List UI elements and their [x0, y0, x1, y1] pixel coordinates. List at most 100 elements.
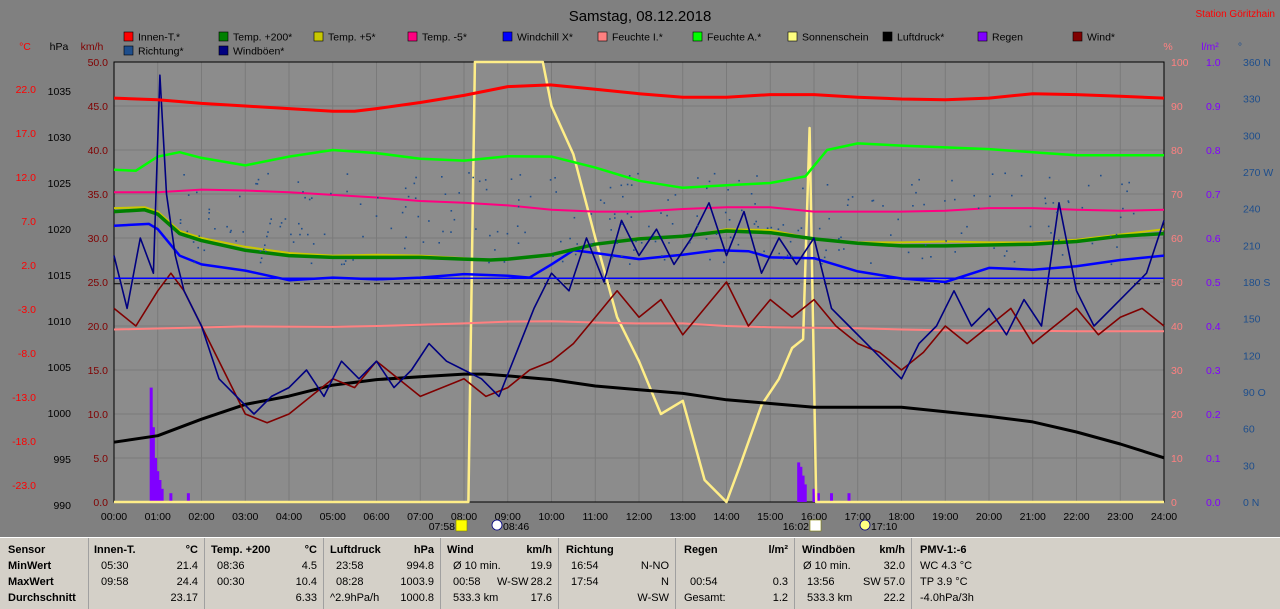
direction-dot	[756, 175, 758, 177]
direction-dot	[738, 179, 740, 182]
direction-dot	[777, 228, 780, 230]
legend-swatch	[597, 31, 608, 42]
direction-dot	[549, 179, 552, 181]
direction-dot	[621, 223, 623, 225]
direction-dot	[890, 234, 892, 236]
direction-dot	[179, 222, 182, 224]
direction-dot	[330, 192, 332, 195]
boeen-min-label: Ø 10 min.	[803, 560, 851, 572]
direction-dot	[628, 175, 631, 177]
wind-max-time: 00:58	[453, 576, 481, 588]
direction-dot	[1081, 206, 1084, 209]
direction-dot	[825, 249, 827, 252]
direction-dot	[472, 176, 474, 179]
direction-dot	[1132, 212, 1135, 215]
direction-dot	[506, 232, 509, 235]
direction-dot	[622, 195, 624, 198]
direction-dot	[612, 255, 614, 258]
direction-dot	[485, 188, 488, 191]
direction-dot	[1128, 181, 1130, 184]
direction-dot	[802, 187, 804, 190]
direction-dot	[404, 187, 407, 190]
kmh-tick: 40.0	[88, 145, 109, 157]
kmh-tick: 30.0	[88, 233, 109, 245]
wind-distance: 533.3 km	[453, 592, 499, 604]
direction-dot	[266, 235, 268, 238]
time-tick: 02:00	[188, 511, 214, 523]
direction-dot	[290, 233, 292, 236]
deg-tick: 60	[1243, 424, 1255, 436]
direction-dot	[966, 225, 968, 228]
rain-bar	[186, 493, 190, 502]
direction-dot	[344, 260, 347, 262]
wind-avg: 17.6	[530, 592, 552, 604]
temp200-max-time: 00:30	[217, 576, 245, 588]
direction-dot	[637, 172, 639, 175]
direction-dot	[614, 217, 616, 219]
direction-dot	[1011, 194, 1013, 197]
direction-dot	[304, 196, 306, 199]
richtung-min-time: 16:54	[571, 560, 599, 572]
percent-tick: 80	[1171, 145, 1183, 157]
boeen-avg: 22.2	[883, 592, 905, 604]
moonrise-time: 08:46	[503, 521, 529, 533]
direction-dot	[921, 257, 924, 260]
direction-dot	[307, 233, 309, 236]
direction-dot	[428, 220, 430, 222]
hpa-tick: 1020	[48, 224, 72, 236]
direction-dot	[951, 179, 953, 182]
direction-dot	[609, 186, 612, 189]
legend-swatch	[123, 45, 134, 56]
stats-row-avg: Durchschnitt	[8, 592, 76, 604]
stats-richtung-block: Richtung 16:54 N-NO 17:54 N W-SW	[559, 538, 676, 609]
direction-dot	[260, 257, 263, 259]
direction-dot	[255, 182, 257, 185]
direction-dot	[267, 172, 269, 175]
hpa-tick: 1030	[48, 132, 72, 144]
direction-dot	[708, 180, 711, 183]
percent-tick: 50	[1171, 277, 1183, 289]
direction-dot	[840, 236, 842, 239]
direction-dot	[930, 256, 932, 258]
direction-dot	[897, 218, 899, 221]
direction-dot	[870, 262, 872, 264]
direction-dot	[1013, 261, 1016, 263]
direction-dot	[529, 195, 532, 198]
direction-dot	[1061, 254, 1064, 256]
temp200-min-time: 08:36	[217, 560, 245, 572]
direction-dot	[1055, 211, 1058, 214]
celsius-tick: -18.0	[12, 436, 36, 448]
time-tick: 03:00	[232, 511, 258, 523]
direction-dot	[945, 240, 947, 242]
direction-dot	[1003, 255, 1006, 257]
legend-label: Wind*	[1087, 32, 1115, 44]
direction-dot	[911, 184, 913, 186]
percent-tick: 20	[1171, 409, 1183, 421]
direction-dot	[484, 179, 487, 181]
percent-tick: 70	[1171, 189, 1183, 201]
legend-swatch	[692, 31, 703, 42]
direction-dot	[279, 225, 282, 228]
rain-bar	[830, 493, 833, 502]
direction-dot	[668, 242, 670, 244]
lm2-tick: 1.0	[1206, 57, 1221, 69]
direction-dot	[912, 205, 914, 207]
direction-dot	[340, 263, 343, 266]
percent-unit: %	[1163, 41, 1172, 53]
direction-dot	[284, 218, 287, 220]
direction-dot	[626, 212, 629, 215]
direction-dot	[823, 256, 826, 259]
direction-dot	[186, 230, 189, 233]
richtung-max-time: 17:54	[571, 576, 599, 588]
direction-dot	[226, 225, 228, 228]
direction-dot	[838, 249, 840, 251]
direction-dot	[573, 216, 576, 219]
hpa-tick: 1025	[48, 178, 72, 190]
direction-dot	[609, 218, 611, 220]
direction-dot	[640, 242, 643, 244]
direction-dot	[346, 190, 348, 193]
direction-dot	[727, 189, 729, 191]
innen-max-value: 24.4	[176, 576, 198, 588]
direction-dot	[782, 224, 785, 226]
regen-total-label: Gesamt:	[684, 592, 726, 604]
